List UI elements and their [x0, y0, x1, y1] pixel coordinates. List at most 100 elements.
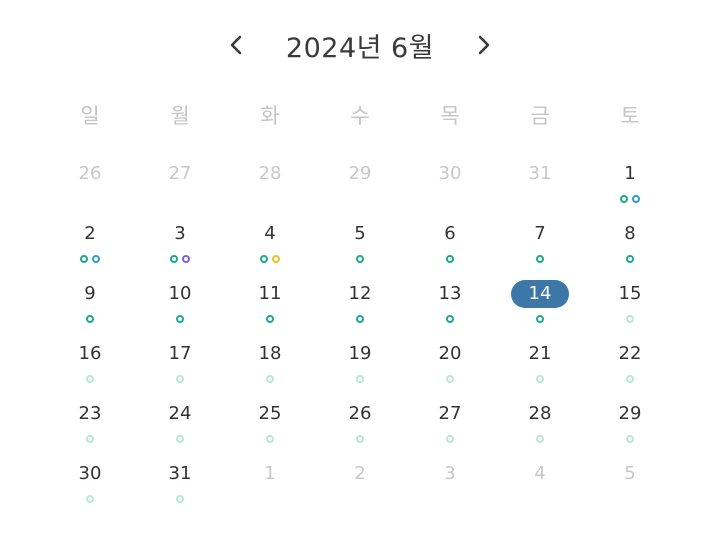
- day-cell[interactable]: 27: [135, 160, 225, 220]
- weekday-wed: 수: [350, 104, 370, 128]
- day-cell[interactable]: 17: [135, 340, 225, 400]
- event-dot-icon: [176, 435, 184, 443]
- weekday-sun: 일: [80, 104, 100, 128]
- day-cell[interactable]: 15: [585, 280, 675, 340]
- event-dots: [356, 254, 364, 264]
- day-cell[interactable]: 18: [225, 340, 315, 400]
- day-cell[interactable]: 5: [585, 460, 675, 520]
- day-cell[interactable]: 29: [315, 160, 405, 220]
- event-dots: [626, 434, 634, 444]
- month-title: 2024년 6월: [285, 32, 435, 64]
- event-dots: [356, 314, 364, 324]
- day-cell[interactable]: 28: [495, 400, 585, 460]
- event-dots: [536, 314, 544, 324]
- day-number: 26: [78, 163, 102, 184]
- day-number: 31: [528, 163, 552, 184]
- day-number: 20: [438, 343, 462, 364]
- day-number: 25: [258, 403, 282, 424]
- event-dots: [176, 494, 184, 504]
- event-dots: [356, 434, 364, 444]
- day-cell[interactable]: 27: [405, 400, 495, 460]
- day-cell[interactable]: 24: [135, 400, 225, 460]
- day-number: 23: [78, 403, 102, 424]
- day-number: 10: [168, 283, 192, 304]
- day-cell[interactable]: 3: [405, 460, 495, 520]
- day-cell[interactable]: 13: [405, 280, 495, 340]
- event-dot-icon: [356, 375, 364, 383]
- day-cell[interactable]: 9: [45, 280, 135, 340]
- event-dots: [260, 254, 280, 264]
- event-dot-icon: [536, 375, 544, 383]
- day-cell[interactable]: 31: [135, 460, 225, 520]
- day-number: 16: [78, 343, 102, 364]
- day-number: 15: [618, 283, 642, 304]
- event-dot-icon: [80, 255, 88, 263]
- day-cell[interactable]: 26: [315, 400, 405, 460]
- day-cell[interactable]: 10: [135, 280, 225, 340]
- event-dots: [86, 434, 94, 444]
- day-cell[interactable]: 1: [225, 460, 315, 520]
- day-cell[interactable]: 30: [45, 460, 135, 520]
- day-number: 22: [618, 343, 642, 364]
- event-dot-icon: [620, 195, 628, 203]
- day-cell[interactable]: 30: [405, 160, 495, 220]
- next-month-button[interactable]: [464, 25, 504, 65]
- day-cell[interactable]: 8: [585, 220, 675, 280]
- event-dot-icon: [536, 315, 544, 323]
- day-cell[interactable]: 5: [315, 220, 405, 280]
- event-dot-icon: [626, 375, 634, 383]
- event-dot-icon: [626, 315, 634, 323]
- prev-month-button[interactable]: [216, 25, 256, 65]
- day-cell[interactable]: 4: [225, 220, 315, 280]
- day-number: 28: [528, 403, 552, 424]
- event-dot-icon: [170, 255, 178, 263]
- event-dots: [536, 374, 544, 384]
- day-cell[interactable]: 22: [585, 340, 675, 400]
- day-cell[interactable]: 31: [495, 160, 585, 220]
- day-number: 3: [174, 223, 186, 244]
- day-number: 1: [624, 163, 636, 184]
- day-number: 17: [168, 343, 192, 364]
- day-cell[interactable]: 16: [45, 340, 135, 400]
- event-dot-icon: [182, 255, 190, 263]
- day-cell[interactable]: 19: [315, 340, 405, 400]
- day-number: 31: [168, 463, 192, 484]
- day-cell[interactable]: 21: [495, 340, 585, 400]
- day-number: 19: [348, 343, 372, 364]
- day-number: 21: [528, 343, 552, 364]
- day-cell[interactable]: 12: [315, 280, 405, 340]
- day-number: 30: [78, 463, 102, 484]
- day-number: 13: [438, 283, 462, 304]
- day-cell[interactable]: 3: [135, 220, 225, 280]
- event-dot-icon: [86, 315, 94, 323]
- day-cell[interactable]: 20: [405, 340, 495, 400]
- day-cell-today[interactable]: 14: [495, 280, 585, 340]
- day-cell[interactable]: 23: [45, 400, 135, 460]
- event-dot-icon: [626, 255, 634, 263]
- event-dots: [626, 314, 634, 324]
- event-dot-icon: [446, 375, 454, 383]
- day-cell[interactable]: 26: [45, 160, 135, 220]
- day-cell[interactable]: 4: [495, 460, 585, 520]
- event-dots: [620, 194, 640, 204]
- event-dots: [176, 434, 184, 444]
- day-cell[interactable]: 25: [225, 400, 315, 460]
- day-cell[interactable]: 28: [225, 160, 315, 220]
- day-cell[interactable]: 6: [405, 220, 495, 280]
- day-cell[interactable]: 1: [585, 160, 675, 220]
- calendar-header: 2024년 6월: [0, 20, 720, 70]
- event-dot-icon: [356, 255, 364, 263]
- day-number: 2: [84, 223, 96, 244]
- day-cell[interactable]: 2: [45, 220, 135, 280]
- day-cell[interactable]: 7: [495, 220, 585, 280]
- day-number: 6: [444, 223, 456, 244]
- event-dot-icon: [176, 495, 184, 503]
- weekday-sat: 토: [620, 104, 640, 128]
- event-dots: [80, 254, 100, 264]
- day-cell[interactable]: 11: [225, 280, 315, 340]
- day-cell[interactable]: 29: [585, 400, 675, 460]
- day-number: 8: [624, 223, 636, 244]
- event-dot-icon: [86, 435, 94, 443]
- event-dot-icon: [86, 375, 94, 383]
- day-cell[interactable]: 2: [315, 460, 405, 520]
